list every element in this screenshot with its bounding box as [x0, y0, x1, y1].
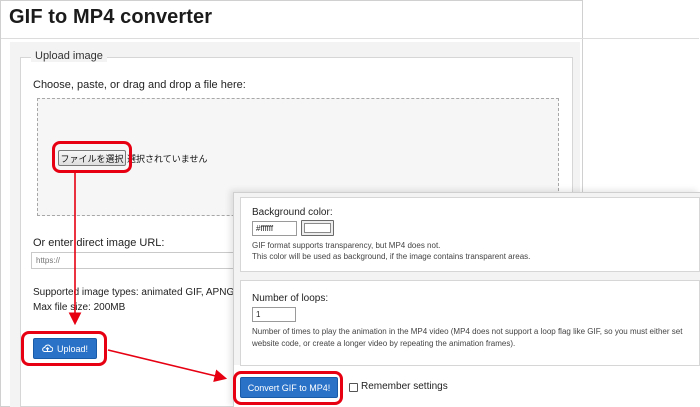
convert-button-highlight	[233, 371, 343, 405]
remember-settings-label[interactable]: Remember settings	[361, 381, 448, 392]
file-button-highlight	[52, 141, 132, 173]
loops-note-1: Number of times to play the animation in…	[252, 327, 683, 336]
url-label: Or enter direct image URL:	[33, 237, 165, 249]
max-file-size-text: Max file size: 200MB	[33, 302, 126, 313]
page-title: GIF to MP4 converter	[9, 6, 213, 28]
background-note-2: This color will be used as background, i…	[252, 252, 531, 261]
remember-settings-checkbox[interactable]	[349, 383, 358, 392]
upload-legend: Upload image	[31, 50, 107, 62]
loops-label: Number of loops:	[252, 293, 329, 304]
background-color-label: Background color:	[252, 207, 333, 218]
background-color-input[interactable]	[252, 221, 297, 236]
image-url-input[interactable]	[31, 252, 236, 269]
file-status-text: 選択されていません	[127, 155, 208, 165]
color-picker-button[interactable]	[301, 220, 334, 236]
loops-note-2: website code, or create a longer video b…	[252, 339, 516, 348]
upload-button-highlight	[21, 331, 107, 366]
color-swatch-fill	[304, 223, 331, 233]
title-divider	[1, 38, 699, 39]
supported-types-text: Supported image types: animated GIF, APN…	[33, 287, 264, 298]
background-note-1: GIF format supports transparency, but MP…	[252, 241, 441, 250]
choose-file-label: Choose, paste, or drag and drop a file h…	[33, 79, 246, 91]
loops-input[interactable]	[252, 307, 296, 322]
